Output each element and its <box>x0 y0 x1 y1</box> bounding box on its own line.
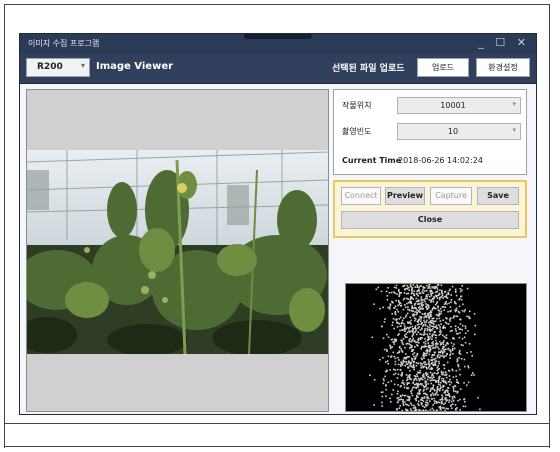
crop-position-select[interactable]: 10001 ▾ <box>397 97 521 114</box>
title-bar: 이미지 수집 프로그램 _ ☐ ✕ <box>20 34 536 53</box>
current-time-row: Current Time 2018-06-26 14:02:24 <box>342 156 483 165</box>
frame-line-bottom <box>4 446 550 447</box>
processed-image <box>346 284 526 411</box>
info-panel: 작물위치 10001 ▾ 촬영빈도 10 ▾ Current Time 2018… <box>333 89 527 175</box>
chevron-down-icon: ▾ <box>512 100 516 108</box>
window-controls[interactable]: _ ☐ ✕ <box>478 36 530 49</box>
crop-position-label: 작물위치 <box>342 101 372 110</box>
toolbar: R200 ▾ Image Viewer 선택된 파일 업로드 업로드 환경설정 <box>20 53 536 84</box>
save-button[interactable]: Save <box>477 187 519 205</box>
frame-line-right <box>549 424 550 448</box>
settings-button[interactable]: 환경설정 <box>476 58 530 77</box>
interval-label: 촬영빈도 <box>342 127 372 136</box>
capture-control-panel: Connect Preview Capture Save Close <box>333 180 527 238</box>
upload-label: 선택된 파일 업로드 <box>332 64 405 74</box>
current-time-label: Current Time <box>342 156 402 165</box>
title-notch <box>244 34 312 39</box>
processed-image-panel <box>345 283 527 412</box>
current-time-value: 2018-06-26 14:02:24 <box>398 156 483 165</box>
capture-button[interactable]: Capture <box>430 187 472 205</box>
app-title: Image Viewer <box>96 61 174 72</box>
crop-position-value: 10001 <box>440 101 466 110</box>
model-select[interactable]: R200 ▾ <box>26 58 90 77</box>
greenhouse-image <box>27 150 328 354</box>
preview-button[interactable]: Preview <box>385 187 425 205</box>
connect-button[interactable]: Connect <box>341 187 381 205</box>
image-viewer <box>26 89 329 412</box>
interval-value: 10 <box>447 127 459 136</box>
app-window: 이미지 수집 프로그램 _ ☐ ✕ R200 ▾ Image Viewer 선택… <box>19 33 537 415</box>
frame-line-left <box>4 424 5 448</box>
chevron-down-icon: ▾ <box>80 61 85 70</box>
close-button[interactable]: Close <box>341 211 519 229</box>
chevron-down-icon: ▾ <box>512 126 516 134</box>
model-select-value: R200 <box>37 62 63 72</box>
interval-select[interactable]: 10 ▾ <box>397 123 521 140</box>
window-title: 이미지 수집 프로그램 <box>28 39 100 48</box>
upload-button[interactable]: 업로드 <box>417 58 469 77</box>
